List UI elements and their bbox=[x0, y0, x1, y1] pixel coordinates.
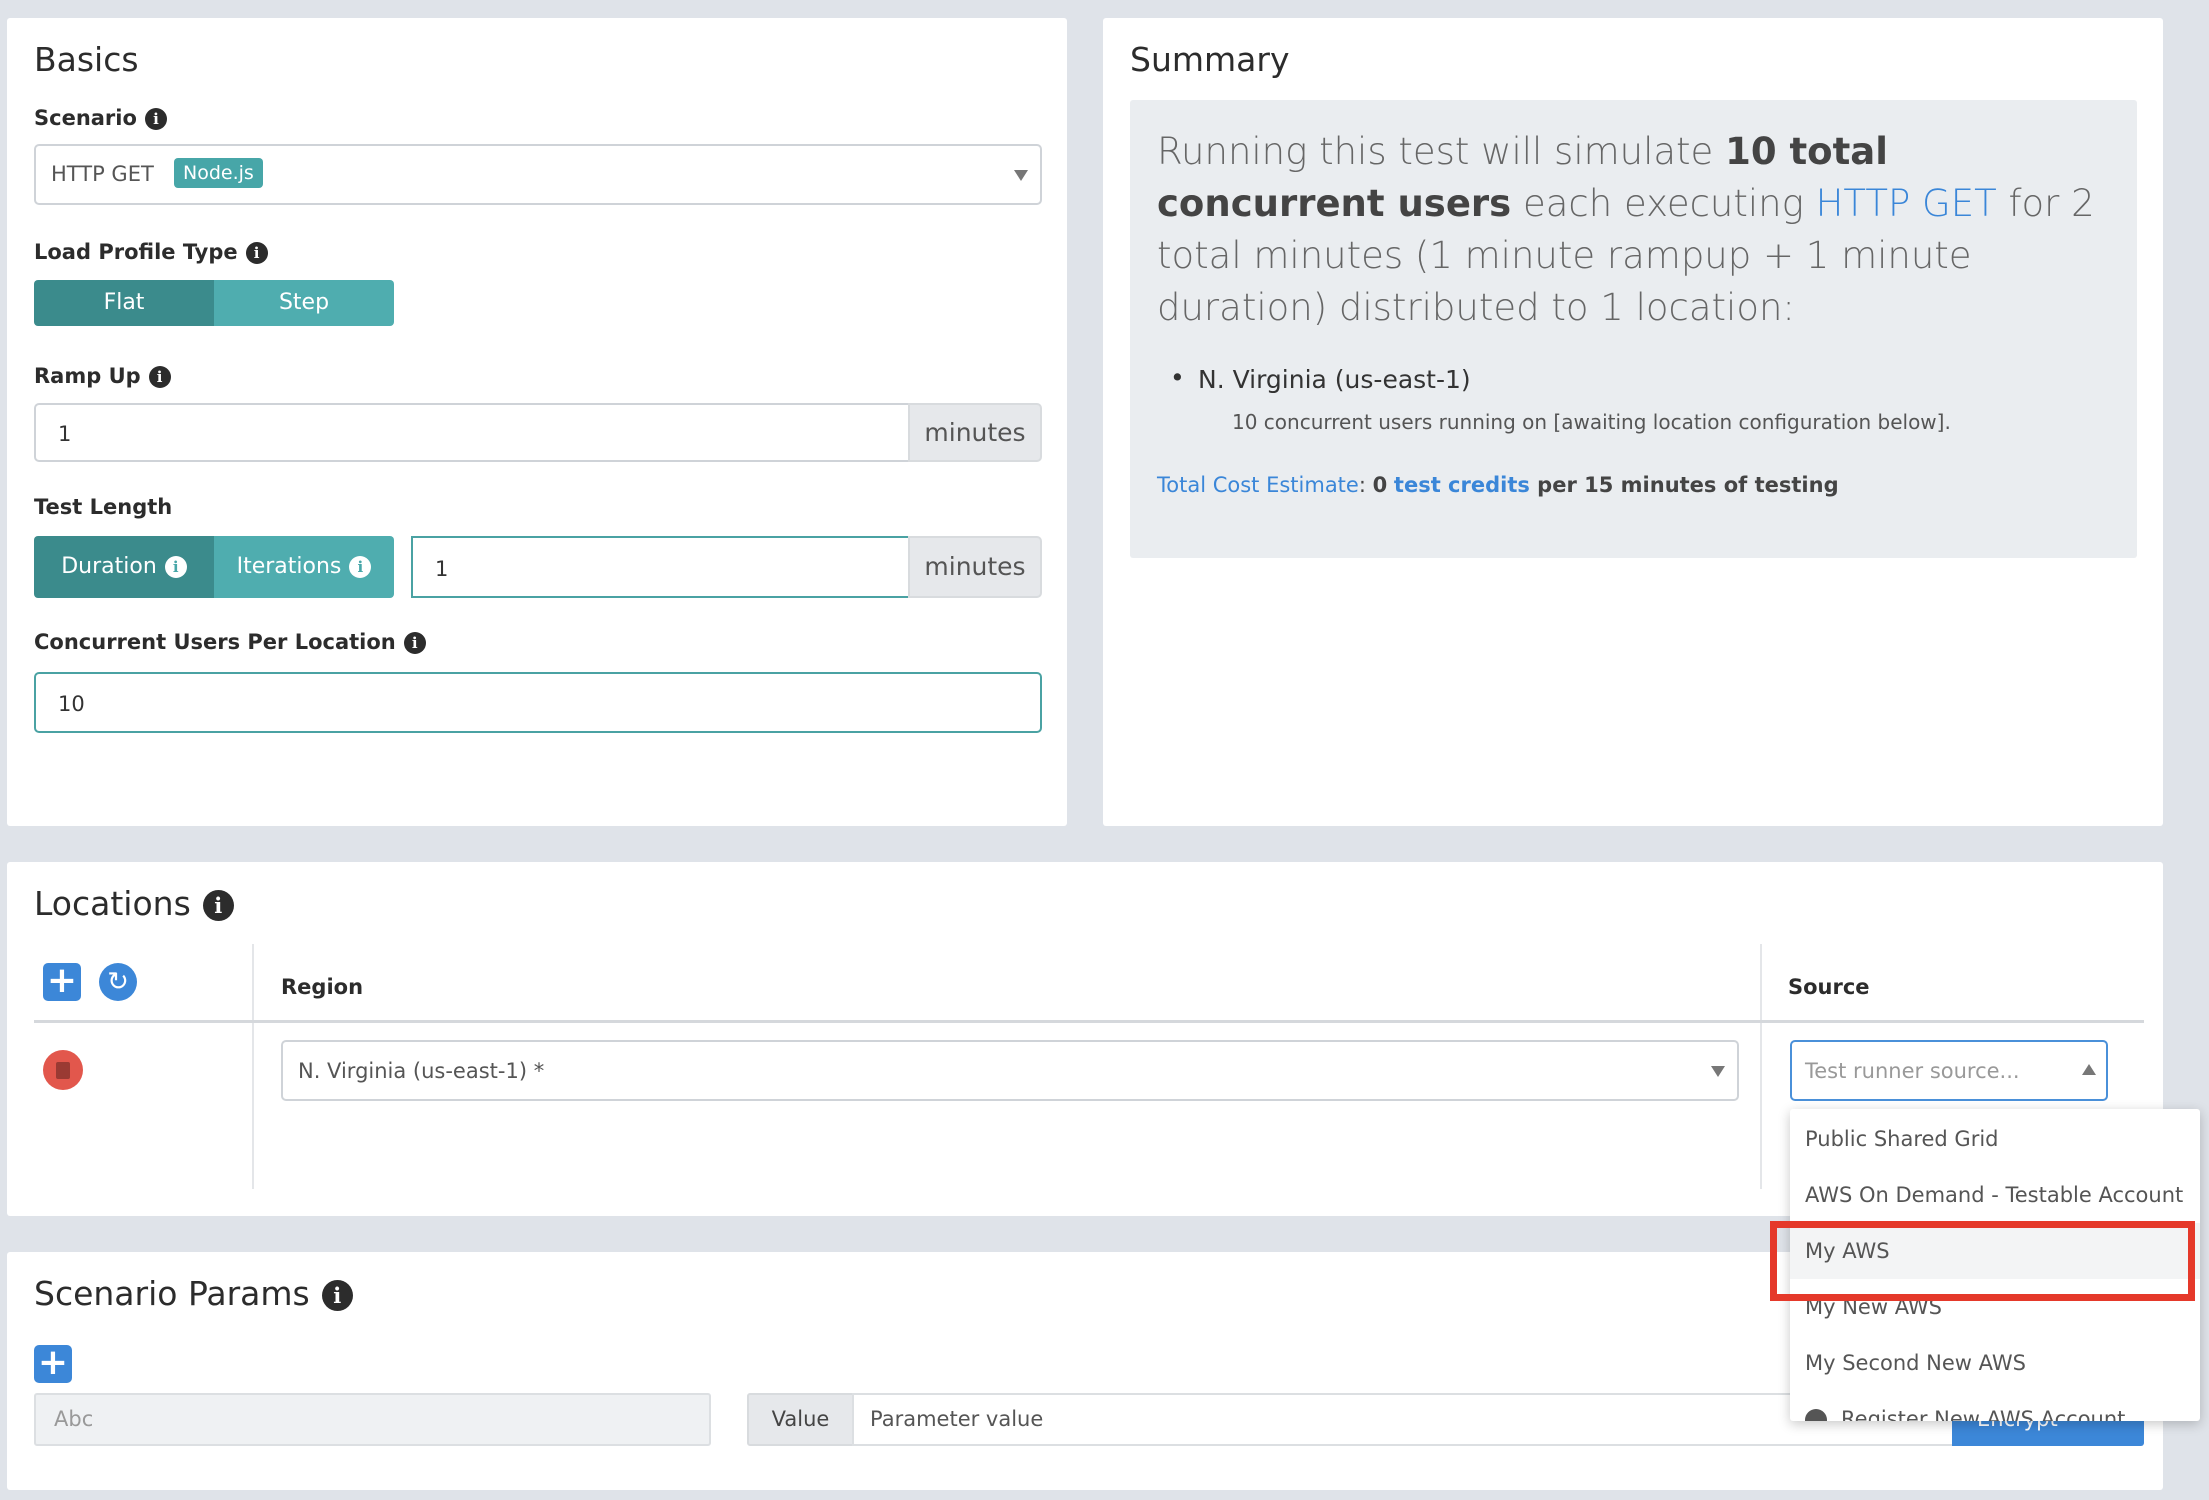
source-select[interactable]: Test runner source... bbox=[1790, 1040, 2108, 1101]
test-length-label: Test Length bbox=[34, 495, 173, 519]
concurrent-users-input[interactable]: 10 bbox=[34, 672, 1042, 733]
chevron-up-icon bbox=[2082, 1064, 2096, 1075]
ramp-up-input[interactable]: 1 bbox=[34, 403, 910, 462]
info-icon: i bbox=[349, 556, 372, 578]
trash-icon bbox=[56, 1062, 70, 1079]
scenario-label: Scenario i bbox=[34, 106, 167, 130]
load-profile-label: Load Profile Type i bbox=[34, 240, 268, 264]
cost-estimate: Total Cost Estimate: 0 test credits per … bbox=[1157, 473, 1839, 497]
region-select[interactable]: N. Virginia (us-east-1) * bbox=[281, 1040, 1739, 1101]
refresh-icon[interactable]: ↻ bbox=[99, 963, 137, 1001]
chevron-down-icon bbox=[1711, 1066, 1725, 1077]
info-icon: i bbox=[164, 556, 187, 578]
duration-button[interactable]: Duration i bbox=[34, 536, 214, 598]
column-divider bbox=[252, 944, 254, 1189]
region-column-header: Region bbox=[281, 975, 364, 999]
ramp-up-unit: minutes bbox=[908, 403, 1042, 462]
cost-label[interactable]: Total Cost Estimate bbox=[1157, 473, 1359, 497]
basics-panel: Basics Scenario i HTTP GET Node.js Load P… bbox=[7, 18, 1067, 826]
summary-panel: Summary Running this test will simulate … bbox=[1103, 18, 2163, 826]
summary-location-item: • N. Virginia (us-east-1) bbox=[1170, 363, 1471, 394]
option-aws-on-demand[interactable]: AWS On Demand - Testable Account bbox=[1790, 1167, 2200, 1223]
location-detail: 10 concurrent users running on [awaiting… bbox=[1232, 410, 1951, 434]
profile-flat-button[interactable]: Flat bbox=[34, 280, 214, 326]
source-column-header: Source bbox=[1788, 975, 1870, 999]
delete-location-button[interactable] bbox=[43, 1050, 83, 1090]
profile-step-button[interactable]: Step bbox=[214, 280, 394, 326]
iterations-button[interactable]: Iterations i bbox=[214, 536, 394, 598]
ramp-up-label: Ramp Up i bbox=[34, 364, 171, 388]
info-icon[interactable]: i bbox=[148, 366, 171, 388]
test-length-unit: minutes bbox=[908, 536, 1042, 598]
scenario-select[interactable]: HTTP GET Node.js bbox=[34, 144, 1042, 205]
info-icon[interactable]: i bbox=[144, 108, 167, 130]
option-my-second-new-aws[interactable]: My Second New AWS bbox=[1790, 1335, 2200, 1391]
column-divider bbox=[1760, 944, 1762, 1189]
nodejs-badge: Node.js bbox=[174, 158, 263, 188]
location-name: N. Virginia (us-east-1) bbox=[1198, 365, 1471, 394]
summary-text: Running this test will simulate 10 total… bbox=[1157, 130, 2095, 329]
basics-title: Basics bbox=[34, 40, 139, 79]
concurrent-users-label: Concurrent Users Per Location i bbox=[34, 630, 426, 654]
info-icon[interactable]: i bbox=[321, 1280, 353, 1311]
chevron-down-icon bbox=[1014, 170, 1028, 181]
summary-title: Summary bbox=[1130, 40, 1290, 79]
info-icon[interactable]: i bbox=[202, 890, 234, 921]
option-public-shared-grid[interactable]: Public Shared Grid bbox=[1790, 1111, 2200, 1167]
scenario-params-title: Scenario Params i bbox=[34, 1274, 353, 1313]
info-icon[interactable]: i bbox=[403, 632, 426, 654]
header-divider bbox=[34, 1020, 2144, 1023]
param-name-input[interactable]: Abc bbox=[34, 1393, 711, 1446]
scenario-link[interactable]: HTTP GET bbox=[1816, 182, 1997, 225]
add-param-button[interactable]: + bbox=[34, 1345, 72, 1383]
info-icon[interactable]: i bbox=[245, 242, 268, 264]
add-location-button[interactable]: + bbox=[43, 963, 81, 1001]
param-value-label: Value bbox=[747, 1393, 854, 1446]
summary-box: Running this test will simulate 10 total… bbox=[1130, 100, 2137, 558]
locations-title: Locations i bbox=[34, 884, 234, 923]
scenario-value: HTTP GET bbox=[51, 162, 154, 186]
highlight-box bbox=[1770, 1221, 2195, 1301]
test-length-input[interactable]: 1 bbox=[411, 536, 910, 598]
plus-circle-icon bbox=[1805, 1409, 1827, 1421]
option-register-new-aws[interactable]: Register New AWS Account bbox=[1790, 1391, 2200, 1421]
